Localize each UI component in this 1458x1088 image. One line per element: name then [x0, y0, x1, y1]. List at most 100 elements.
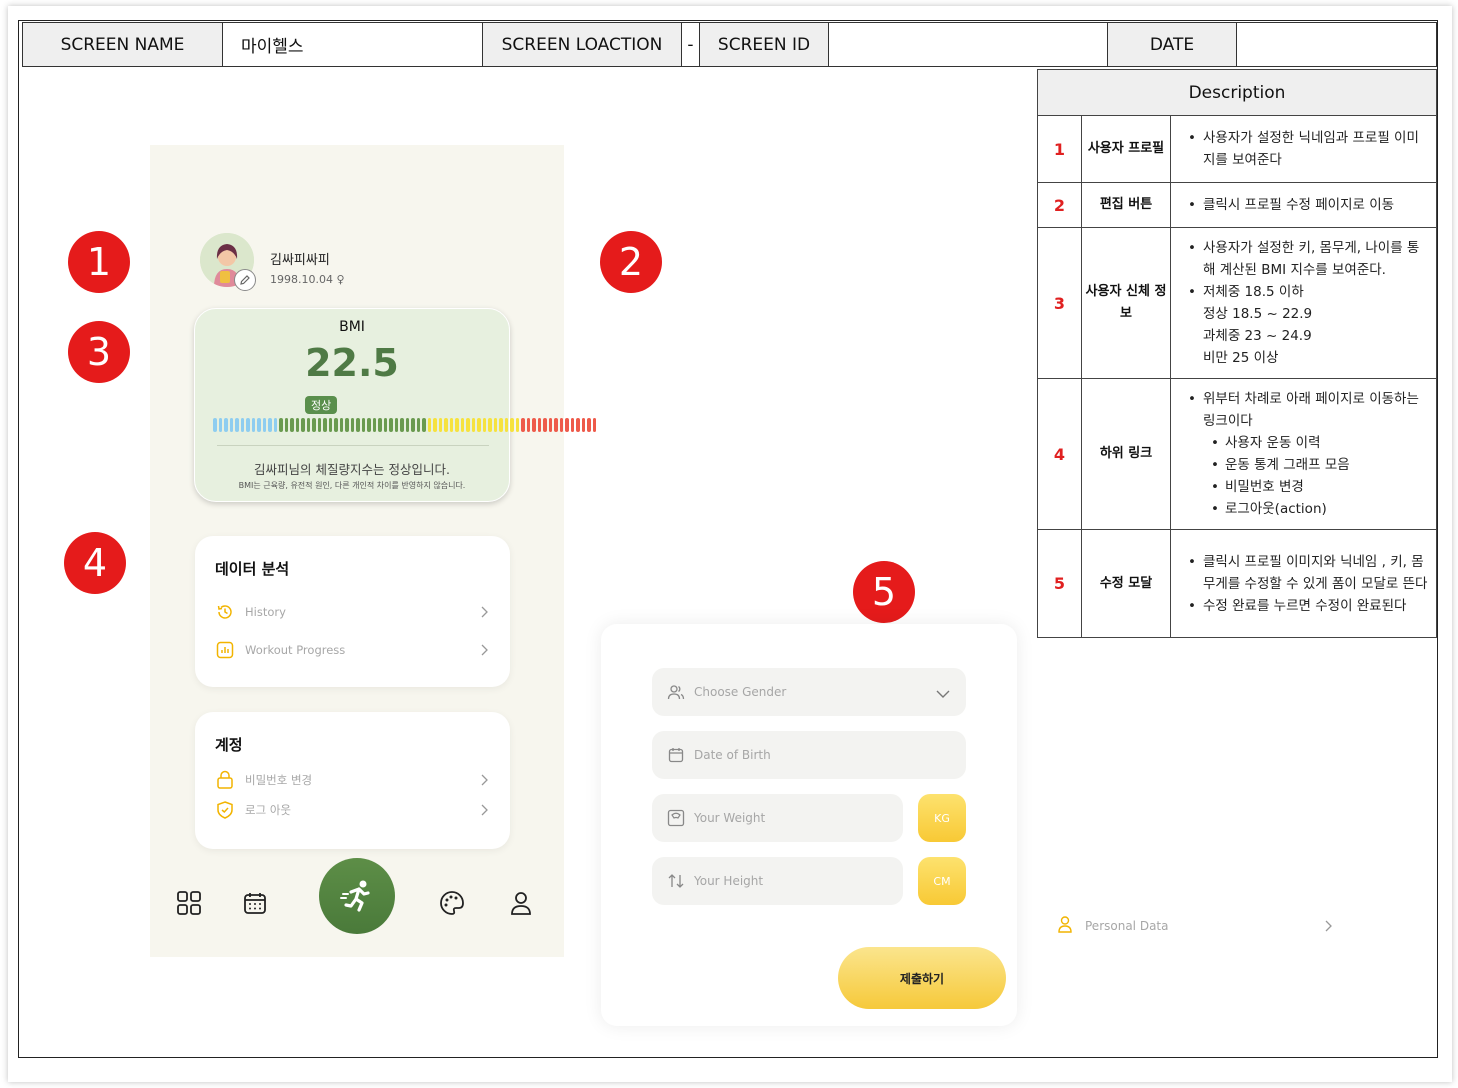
height-unit-button[interactable]: CM [918, 857, 966, 905]
bmi-scale-segment-obese [576, 418, 580, 432]
marker-3: 3 [68, 321, 130, 383]
marker-4: 4 [64, 532, 126, 594]
bmi-scale-segment-obese [554, 418, 558, 432]
row-number: 4 [1037, 378, 1082, 530]
row-item: 저체중 18.5 이하 [1185, 281, 1428, 303]
bmi-scale-segment-under [262, 418, 266, 432]
change-password-link[interactable]: 비밀번호 변경 [215, 769, 491, 791]
bmi-scale-segment-normal [422, 418, 426, 432]
bmi-scale-segment-under [268, 418, 272, 432]
chevron-right-icon [479, 606, 491, 618]
weight-unit-button[interactable]: KG [918, 794, 966, 842]
bmi-scale-segment-over [438, 418, 442, 432]
chevron-down-icon [936, 683, 950, 702]
bmi-scale-segment-normal [301, 418, 305, 432]
running-icon [340, 880, 370, 912]
account-card: 계정 비밀번호 변경 로그 아웃 [195, 712, 510, 849]
bmi-scale-segment-over [499, 418, 503, 432]
height-placeholder: Your Height [694, 874, 764, 888]
birth-date: 1998.10.04 [270, 273, 333, 286]
marker-5: 5 [853, 561, 915, 623]
bmi-status-badge: 정상 [305, 396, 338, 414]
bmi-scale-segment-obese [548, 418, 552, 432]
workout-start-button[interactable] [319, 858, 395, 934]
bmi-scale-segment-obese [526, 418, 530, 432]
history-link[interactable]: History [215, 601, 491, 623]
bmi-scale-segment-obese [532, 418, 536, 432]
weight-field[interactable]: Your Weight [652, 794, 903, 842]
row-name: 수정 모달 [1081, 529, 1171, 638]
bmi-scale-segment-under [246, 418, 250, 432]
description-title: Description [1037, 69, 1437, 116]
profile-nickname: 김싸피싸피 [270, 253, 330, 268]
bmi-message: 김싸피님의 체질량지수는 정상입니다. [254, 462, 450, 477]
bmi-scale-segment-over [427, 418, 431, 432]
row-item: 위부터 차례로 아래 페이지로 이동하는 링크이다 [1185, 388, 1428, 432]
chevron-right-icon [479, 804, 491, 816]
height-field[interactable]: Your Height [652, 857, 903, 905]
birth-date-field[interactable]: Date of Birth [652, 731, 966, 779]
weight-placeholder: Your Weight [694, 811, 766, 825]
divider [217, 445, 489, 446]
edit-profile-modal: Choose Gender Date of Birth Your Weight … [601, 624, 1017, 1026]
bmi-scale-segment-under [235, 418, 239, 432]
logout-label: 로그 아웃 [245, 803, 291, 817]
bmi-scale-segment-obese [543, 418, 547, 432]
bmi-scale-segment-obese [537, 418, 541, 432]
bmi-scale-segment-normal [317, 418, 321, 432]
row-number: 3 [1037, 227, 1082, 379]
row-item: 비밀번호 변경 [1185, 476, 1428, 498]
bmi-scale-segment-obese [587, 418, 591, 432]
description-row: 5 수정 모달 클릭시 프로필 이미지와 닉네임 , 키, 몸무게를 수정할 수… [1037, 529, 1437, 638]
row-number: 5 [1037, 529, 1082, 638]
logout-link[interactable]: 로그 아웃 [215, 799, 491, 821]
bmi-scale-segment-normal [290, 418, 294, 432]
bmi-scale-segment-normal [394, 418, 398, 432]
chart-icon [215, 640, 235, 660]
bmi-scale-segment-obese [592, 418, 596, 432]
bmi-scale-segment-normal [400, 418, 404, 432]
gender-placeholder: Choose Gender [694, 685, 787, 699]
bmi-scale-segment-normal [361, 418, 365, 432]
screen-location-label: SCREEN LOACTION [483, 23, 682, 66]
bmi-scale-segment-normal [367, 418, 371, 432]
personal-data-link[interactable]: Personal Data [1057, 914, 1333, 938]
date-label: DATE [1108, 23, 1237, 66]
bmi-scale-segment-obese [521, 418, 525, 432]
bmi-scale-segment-under [213, 418, 217, 432]
screen-id-value [829, 23, 1108, 66]
row-item: 클릭시 프로필 이미지와 닉네임 , 키, 몸무게를 수정할 수 있게 폼이 모… [1185, 551, 1428, 595]
row-name: 사용자 신체 정보 [1081, 227, 1171, 379]
history-icon [215, 602, 235, 622]
bmi-scale-segment-obese [570, 418, 574, 432]
scale-icon [666, 808, 686, 828]
bmi-scale-segment-over [515, 418, 519, 432]
bmi-scale-segment-obese [565, 418, 569, 432]
row-item: 비만 25 이상 [1203, 350, 1279, 366]
home-grid-icon[interactable] [175, 889, 203, 917]
pencil-icon [240, 275, 250, 285]
workout-progress-link[interactable]: Workout Progress [215, 639, 491, 661]
profile-birth: 1998.10.04 ♀ [270, 273, 345, 286]
edit-profile-button[interactable] [234, 269, 256, 291]
submit-button[interactable]: 제출하기 [838, 947, 1006, 1009]
bmi-scale-segment-under [273, 418, 277, 432]
bmi-scale-segment-under [224, 418, 228, 432]
profile-user-icon[interactable] [507, 889, 535, 917]
bmi-scale-segment-over [471, 418, 475, 432]
row-item: 수정 완료를 누르면 수정이 완료된다 [1185, 595, 1428, 617]
palette-icon[interactable] [438, 889, 466, 917]
bmi-scale-segment-under [251, 418, 255, 432]
lock-icon [215, 770, 235, 790]
bmi-scale-segment-normal [411, 418, 415, 432]
bmi-note: BMI는 근육량, 유전적 원인, 다른 개인적 차이를 반영하지 않습니다. [238, 481, 466, 490]
bmi-scale-segment-normal [328, 418, 332, 432]
marker-2: 2 [600, 231, 662, 293]
screen-name-label: SCREEN NAME [23, 23, 223, 66]
bmi-scale-segment-normal [345, 418, 349, 432]
description-row: 1 사용자 프로필 사용자가 설정한 닉네임과 프로필 이미지를 보여준다 [1037, 115, 1437, 183]
gender-select[interactable]: Choose Gender [652, 668, 966, 716]
row-item: 과체중 23 ~ 24.9 [1203, 328, 1312, 344]
bmi-scale-segment-normal [383, 418, 387, 432]
calendar-icon[interactable] [241, 889, 269, 917]
